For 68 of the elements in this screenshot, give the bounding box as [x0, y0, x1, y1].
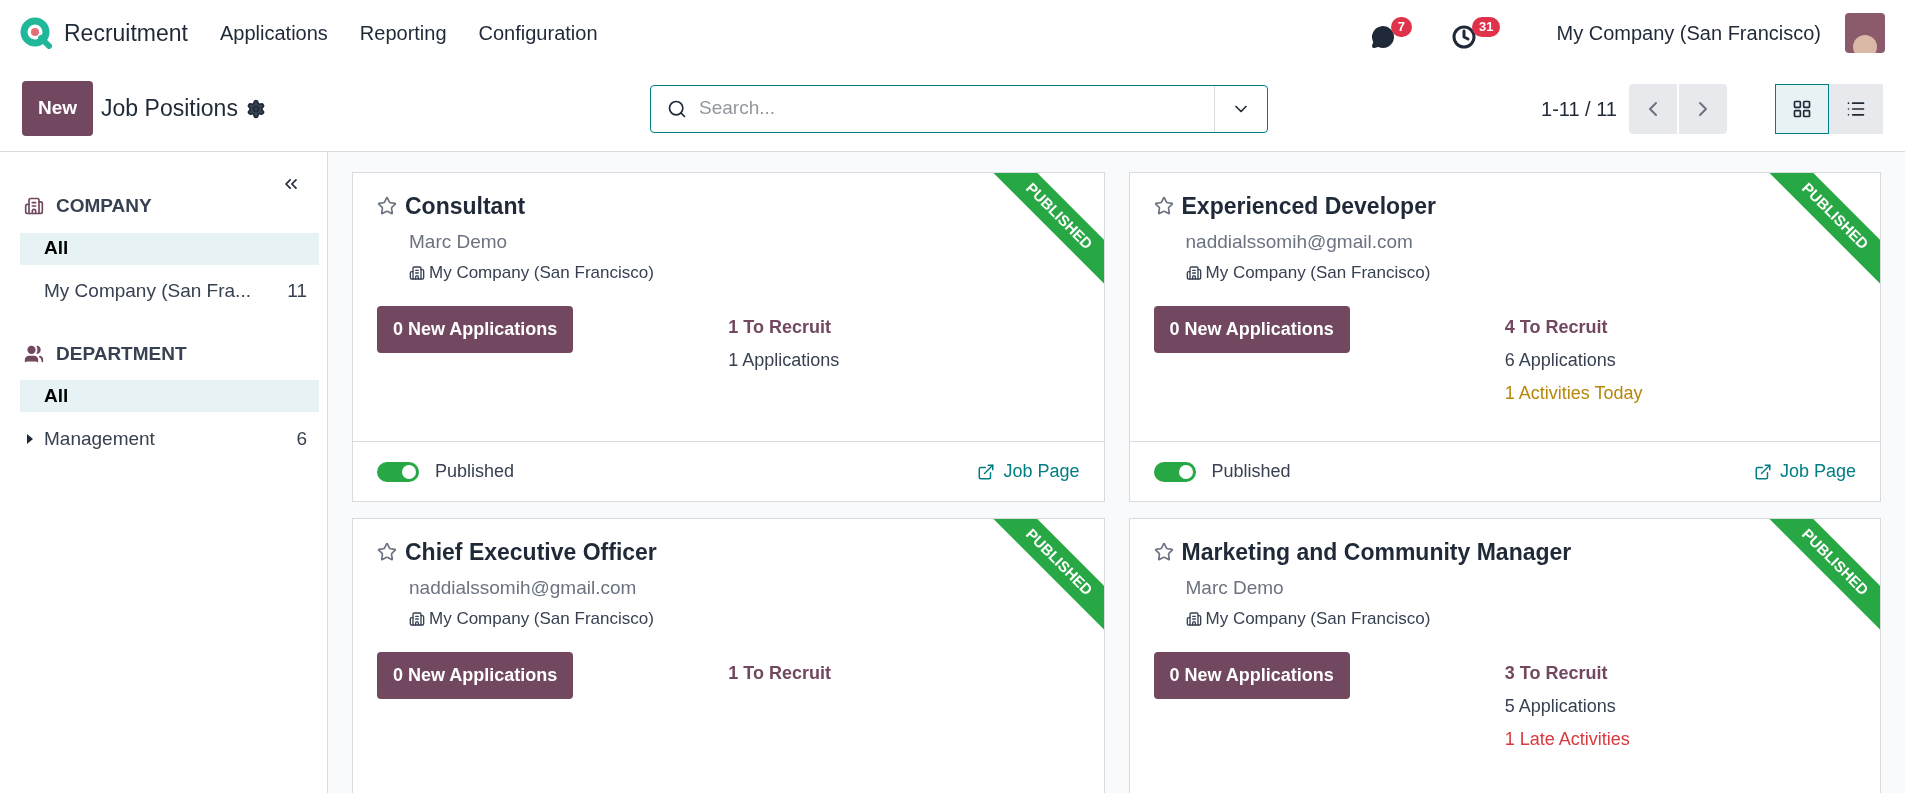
item-count: 6: [296, 426, 307, 451]
company-name: My Company (San Francisco): [1205, 608, 1431, 630]
search-field[interactable]: Search...: [699, 94, 1214, 123]
settings-icon[interactable]: [245, 98, 266, 119]
building-icon: [1185, 610, 1202, 627]
item-count: 11: [287, 279, 307, 304]
user-avatar[interactable]: [1845, 13, 1885, 53]
page-title: Job Positions: [101, 94, 238, 124]
new-applications-button[interactable]: 0 New Applications: [1153, 651, 1350, 699]
app-name[interactable]: Recruitment: [64, 15, 188, 51]
users-icon: [24, 343, 44, 364]
job-stat[interactable]: 1 Late Activities: [1504, 725, 1630, 753]
filter-item[interactable]: All: [20, 232, 319, 265]
job-page-link[interactable]: Job Page: [977, 458, 1080, 485]
chat-icon[interactable]: [1370, 25, 1395, 49]
filter-item[interactable]: My Company (San Fra... 11: [20, 275, 319, 308]
job-stat: 4 To Recruit: [1504, 315, 1609, 339]
new-applications-button[interactable]: 0 New Applications: [1153, 305, 1350, 353]
job-title: Experienced Developer: [1181, 192, 1436, 221]
favorite-star[interactable]: [377, 196, 397, 217]
job-title: Marketing and Community Manager: [1181, 538, 1572, 567]
external-link-icon: [1753, 462, 1772, 481]
job-page-link[interactable]: Job Page: [1753, 458, 1856, 485]
menu-item[interactable]: Configuration: [478, 18, 598, 48]
published-toggle[interactable]: [377, 461, 419, 482]
section-title: DEPARTMENT: [56, 341, 187, 366]
search-icon: [667, 98, 687, 119]
company-name: My Company (San Francisco): [1205, 262, 1431, 284]
new-applications-button[interactable]: 0 New Applications: [377, 651, 574, 699]
app-logo-icon[interactable]: [20, 17, 52, 49]
favorite-star[interactable]: [1153, 196, 1174, 217]
job-stat: 3 To Recruit: [1504, 661, 1609, 685]
new-applications-button[interactable]: 0 New Applications: [377, 305, 574, 353]
clock-icon[interactable]: [1452, 25, 1476, 49]
pager-value[interactable]: 1-11 / 11: [1541, 93, 1617, 124]
search-bar[interactable]: Search...: [650, 84, 1268, 133]
published-label: Published: [1211, 460, 1291, 483]
messages-count: 7: [1390, 17, 1412, 37]
expand-caret-icon[interactable]: [27, 434, 33, 444]
company-switcher[interactable]: My Company (San Francisco): [1556, 18, 1821, 48]
job-stat[interactable]: 1 Applications: [728, 346, 840, 374]
filter-item[interactable]: All: [20, 380, 319, 412]
activities-count: 31: [1472, 17, 1501, 37]
company-name: My Company (San Francisco): [429, 262, 654, 284]
favorite-star[interactable]: [377, 542, 397, 563]
new-button[interactable]: New: [22, 81, 94, 136]
job-stat: 1 To Recruit: [728, 661, 831, 685]
published-toggle[interactable]: [1153, 461, 1196, 482]
job-title: Consultant: [405, 192, 526, 221]
job-stat[interactable]: 6 Applications: [1504, 346, 1643, 374]
company-name: My Company (San Francisco): [429, 608, 654, 630]
job-title: Chief Executive Officer: [405, 538, 657, 567]
list-view-button[interactable]: [1829, 83, 1883, 134]
published-label: Published: [435, 460, 515, 483]
kanban-view-button[interactable]: [1775, 83, 1829, 134]
building-icon: [24, 196, 44, 217]
filter-item[interactable]: Management 6: [20, 423, 319, 455]
job-stat[interactable]: 5 Applications: [1504, 692, 1630, 720]
building-icon: [409, 264, 425, 281]
favorite-star[interactable]: [1153, 542, 1174, 563]
menu-item[interactable]: Reporting: [359, 18, 447, 48]
building-icon: [409, 610, 425, 627]
external-link-icon: [977, 462, 996, 481]
job-stat: 1 To Recruit: [728, 315, 832, 339]
grid-icon: [1792, 98, 1812, 119]
menu-item[interactable]: Applications: [220, 18, 328, 48]
section-title: COMPANY: [56, 194, 152, 218]
building-icon: [1185, 264, 1202, 281]
